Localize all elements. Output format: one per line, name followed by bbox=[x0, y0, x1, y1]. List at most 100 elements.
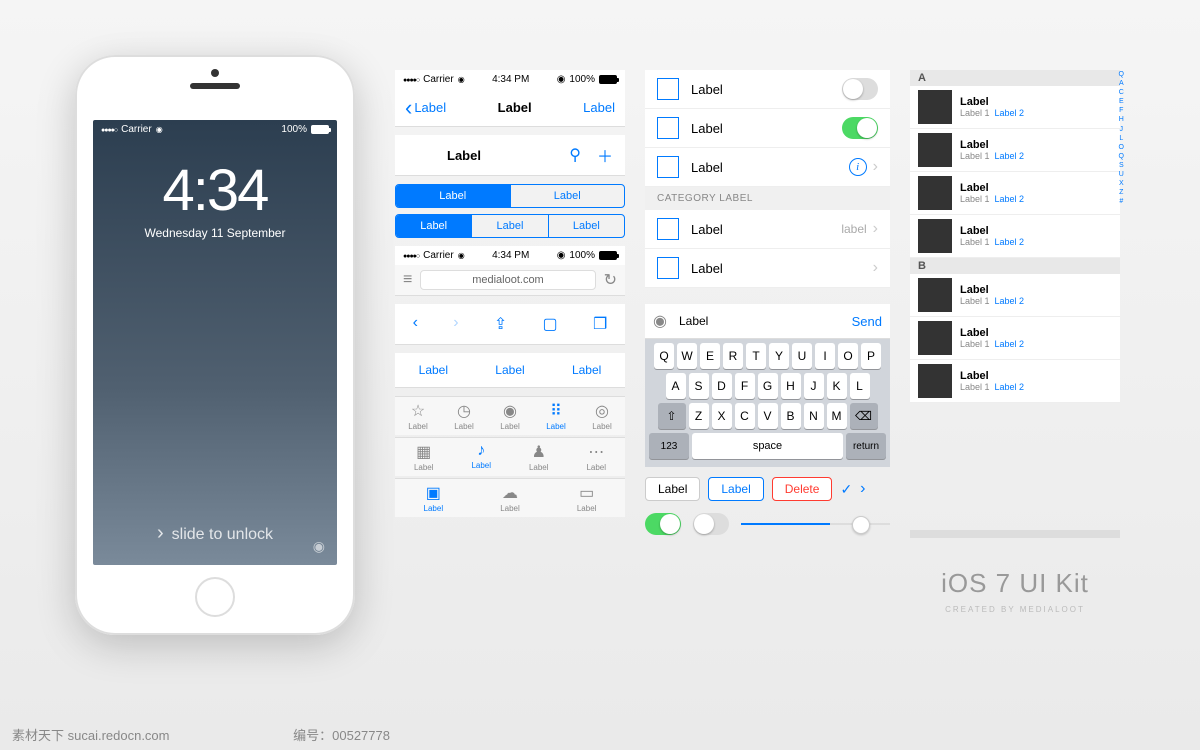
slider[interactable] bbox=[741, 523, 890, 525]
key-e[interactable]: E bbox=[700, 343, 720, 369]
info-icon[interactable]: i bbox=[849, 158, 867, 176]
switch-off[interactable] bbox=[693, 513, 729, 535]
shift-key[interactable]: ⇧ bbox=[658, 403, 686, 429]
menu-icon[interactable]: ≡ bbox=[403, 271, 412, 289]
battery-icon bbox=[311, 125, 329, 134]
back-icon[interactable]: ‹ bbox=[413, 314, 418, 334]
button-default[interactable]: Label bbox=[645, 477, 700, 501]
tab-item[interactable]: ⋯Label bbox=[586, 442, 606, 472]
segmented-control-3[interactable]: Label Label Label bbox=[395, 214, 625, 238]
key-b[interactable]: B bbox=[781, 403, 801, 429]
key-r[interactable]: R bbox=[723, 343, 743, 369]
tab-bar-3: ▣Label ☁Label ▭Label bbox=[395, 478, 625, 517]
backspace-key[interactable]: ⌫ bbox=[850, 403, 878, 429]
text-input[interactable] bbox=[675, 310, 844, 332]
reload-icon[interactable]: ↻ bbox=[604, 270, 617, 290]
key-l[interactable]: L bbox=[850, 373, 870, 399]
numbers-key[interactable]: 123 bbox=[649, 433, 689, 459]
segment[interactable]: Label bbox=[511, 185, 625, 207]
home-button[interactable] bbox=[195, 577, 235, 617]
section-header: CATEGORY LABEL bbox=[645, 187, 890, 210]
share-icon[interactable]: ⇪ bbox=[494, 314, 507, 334]
key-c[interactable]: C bbox=[735, 403, 755, 429]
list-row[interactable]: Label bbox=[645, 70, 890, 109]
tab-item[interactable]: ☁Label bbox=[500, 483, 520, 513]
list-item[interactable]: LabelLabel 1 Label 2 bbox=[910, 129, 1120, 172]
switch-on[interactable] bbox=[842, 117, 878, 139]
space-key[interactable]: space bbox=[692, 433, 843, 459]
key-q[interactable]: Q bbox=[654, 343, 674, 369]
toolbar-item[interactable]: Label bbox=[495, 363, 524, 377]
list-row[interactable]: Label bbox=[645, 109, 890, 148]
button-delete[interactable]: Delete bbox=[772, 477, 833, 501]
segment[interactable]: Label bbox=[549, 215, 624, 237]
segment[interactable]: Label bbox=[396, 215, 472, 237]
key-k[interactable]: K bbox=[827, 373, 847, 399]
key-x[interactable]: X bbox=[712, 403, 732, 429]
list-row[interactable]: Label› bbox=[645, 249, 890, 288]
slide-to-unlock[interactable]: slide to unlock bbox=[93, 522, 337, 545]
key-g[interactable]: G bbox=[758, 373, 778, 399]
tab-item[interactable]: ▦Label bbox=[414, 442, 434, 472]
camera-icon[interactable]: ◉ bbox=[313, 538, 325, 555]
button-primary[interactable]: Label bbox=[708, 477, 763, 501]
switch-off[interactable] bbox=[842, 78, 878, 100]
list-row[interactable]: Labellabel› bbox=[645, 210, 890, 249]
tab-item[interactable]: ◷Label bbox=[454, 401, 474, 431]
toolbar-item[interactable]: Label bbox=[419, 363, 448, 377]
bookmarks-icon[interactable]: ▢ bbox=[543, 314, 558, 334]
nav-title: Label bbox=[447, 148, 481, 163]
camera-icon[interactable]: ◉ bbox=[653, 311, 667, 331]
forward-icon[interactable]: › bbox=[453, 314, 458, 334]
key-u[interactable]: U bbox=[792, 343, 812, 369]
key-v[interactable]: V bbox=[758, 403, 778, 429]
index-scrubber[interactable]: Q A C E F H J L O Q S U X Z # bbox=[1119, 70, 1124, 206]
tab-item[interactable]: ▭Label bbox=[577, 483, 597, 513]
segmented-control-2[interactable]: Label Label bbox=[395, 184, 625, 208]
send-button[interactable]: Send bbox=[852, 314, 882, 329]
key-t[interactable]: T bbox=[746, 343, 766, 369]
return-key[interactable]: return bbox=[846, 433, 886, 459]
tab-item[interactable]: ◎Label bbox=[592, 401, 612, 431]
key-j[interactable]: J bbox=[804, 373, 824, 399]
toolbar-item[interactable]: Label bbox=[572, 363, 601, 377]
kit-title: iOS 7 UI Kit bbox=[910, 568, 1120, 599]
key-y[interactable]: Y bbox=[769, 343, 789, 369]
key-z[interactable]: Z bbox=[689, 403, 709, 429]
key-h[interactable]: H bbox=[781, 373, 801, 399]
list-item[interactable]: LabelLabel 1 Label 2 bbox=[910, 215, 1120, 258]
tab-bar-1: ☆Label ◷Label ◉Label ⠿Label ◎Label bbox=[395, 396, 625, 435]
back-button[interactable]: Label bbox=[405, 95, 446, 121]
list-item[interactable]: LabelLabel 1 Label 2 bbox=[910, 172, 1120, 215]
key-d[interactable]: D bbox=[712, 373, 732, 399]
key-m[interactable]: M bbox=[827, 403, 847, 429]
key-p[interactable]: P bbox=[861, 343, 881, 369]
list-item[interactable]: LabelLabel 1 Label 2 bbox=[910, 86, 1120, 129]
key-f[interactable]: F bbox=[735, 373, 755, 399]
url-field[interactable]: medialoot.com bbox=[420, 270, 595, 290]
segment[interactable]: Label bbox=[472, 215, 548, 237]
key-s[interactable]: S bbox=[689, 373, 709, 399]
tab-item[interactable]: ▣Label bbox=[424, 483, 444, 513]
key-o[interactable]: O bbox=[838, 343, 858, 369]
search-icon[interactable]: ⚲ bbox=[569, 145, 581, 165]
switch-on[interactable] bbox=[645, 513, 681, 535]
list-item[interactable]: LabelLabel 1 Label 2 bbox=[910, 317, 1120, 360]
tab-item[interactable]: ⠿Label bbox=[546, 401, 566, 431]
chevron-icon[interactable]: › bbox=[860, 480, 865, 498]
key-i[interactable]: I bbox=[815, 343, 835, 369]
tab-item[interactable]: ☆Label bbox=[408, 401, 428, 431]
list-row[interactable]: Labeli› bbox=[645, 148, 890, 187]
nav-action[interactable]: Label bbox=[583, 100, 615, 115]
segment[interactable]: Label bbox=[396, 185, 511, 207]
key-a[interactable]: A bbox=[666, 373, 686, 399]
key-n[interactable]: N bbox=[804, 403, 824, 429]
tabs-icon[interactable]: ❐ bbox=[593, 314, 607, 334]
key-w[interactable]: W bbox=[677, 343, 697, 369]
tab-item[interactable]: ♪Label bbox=[471, 442, 491, 472]
tab-item[interactable]: ♟Label bbox=[529, 442, 549, 472]
list-item[interactable]: LabelLabel 1 Label 2 bbox=[910, 274, 1120, 317]
list-item[interactable]: LabelLabel 1 Label 2 bbox=[910, 360, 1120, 403]
tab-item[interactable]: ◉Label bbox=[500, 401, 520, 431]
add-icon[interactable]: ＋ bbox=[597, 143, 613, 167]
